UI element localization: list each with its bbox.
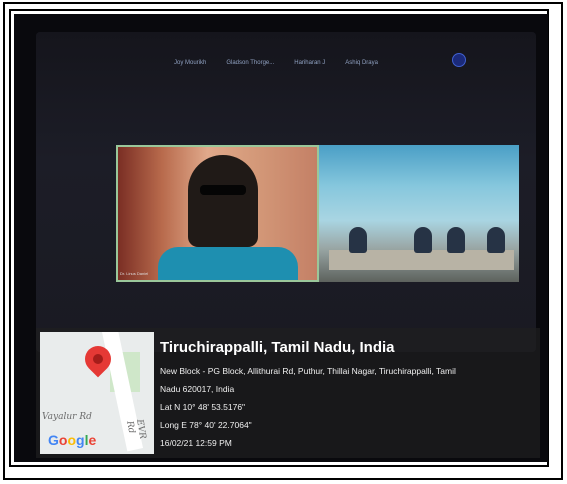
room-participant xyxy=(487,227,505,253)
speaker-shirt xyxy=(158,247,298,280)
participant-name: Gladson Thorge... xyxy=(226,60,275,66)
map-road-label: EVR Rd xyxy=(124,418,148,440)
map-road-label: Vayalur Rd xyxy=(42,412,92,422)
conference-table xyxy=(329,250,514,270)
map-thumbnail: Vayalur Rd EVR Rd Google xyxy=(40,332,154,454)
participant-avatar-icon xyxy=(452,53,466,67)
speaker-video-tile xyxy=(116,145,319,282)
address-line: New Block - PG Block, Allithurai Rd, Put… xyxy=(160,366,456,376)
video-caption: Dr. Linus Daniel xyxy=(120,271,149,276)
participant-name: Ashiq Draya xyxy=(345,60,378,66)
room-participant xyxy=(414,227,432,253)
participant-name: Hariharan J xyxy=(294,60,326,66)
datetime-text: 16/02/21 12:59 PM xyxy=(160,438,232,448)
sunglasses xyxy=(200,185,246,195)
address-line: Nadu 620017, India xyxy=(160,384,235,394)
room-participant xyxy=(447,227,465,253)
room-participant xyxy=(349,227,367,253)
meeting-room-video-tile xyxy=(319,145,519,282)
longitude-text: Long E 78° 40' 22.7064" xyxy=(160,420,252,430)
participant-name: Joy Mourikh xyxy=(174,60,207,66)
location-title: Tiruchirappalli, Tamil Nadu, India xyxy=(160,339,395,356)
speaker-figure xyxy=(188,155,258,247)
google-logo: Google xyxy=(48,432,97,448)
latitude-text: Lat N 10° 48' 53.5176" xyxy=(160,402,246,412)
projected-video-call-photo: Joy Mourikh Gladson Thorge... Hariharan … xyxy=(14,14,548,462)
participant-name-row: Joy Mourikh Gladson Thorge... Hariharan … xyxy=(174,60,378,66)
